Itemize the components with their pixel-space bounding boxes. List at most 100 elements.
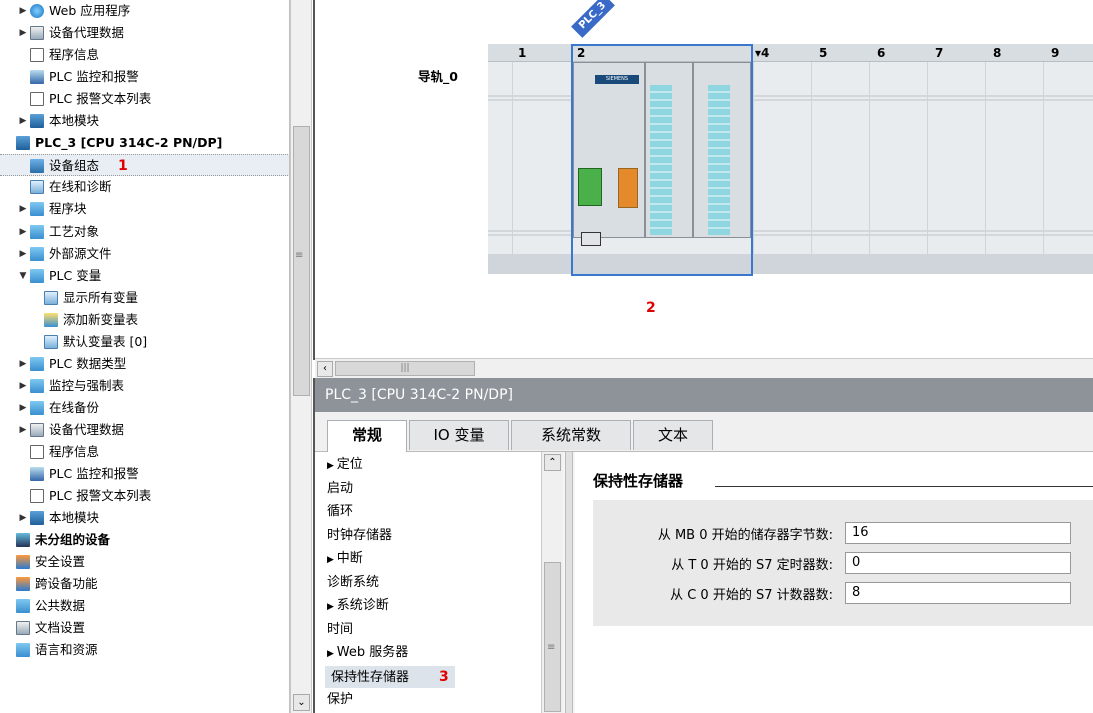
nav-item[interactable]: 启动 bbox=[327, 478, 353, 500]
tree-scrollbar[interactable]: ≡ ⌄ bbox=[290, 0, 312, 713]
cpu-selection-frame[interactable] bbox=[571, 44, 753, 276]
expand-icon[interactable]: ▶ bbox=[327, 649, 337, 659]
folder-icon bbox=[30, 268, 44, 283]
expand-icon[interactable]: ▶ bbox=[327, 602, 337, 612]
tree-item[interactable]: PLC 报警文本列表 bbox=[0, 485, 289, 507]
expand-icon[interactable]: ▶ bbox=[18, 397, 28, 419]
doc2-icon bbox=[30, 422, 44, 437]
tree-item[interactable]: ▶ 本地模块 bbox=[0, 110, 289, 132]
tree-item[interactable]: 添加新变量表 bbox=[0, 309, 289, 331]
tree-item[interactable]: ▶ 程序块 bbox=[0, 198, 289, 220]
nav-item[interactable]: ▶ 定位 bbox=[327, 454, 363, 476]
monitor-icon bbox=[30, 467, 44, 482]
expand-icon[interactable]: ▶ bbox=[18, 353, 28, 375]
nav-item[interactable]: 时间 bbox=[327, 619, 353, 641]
field-input[interactable]: 8 bbox=[845, 582, 1071, 604]
tree-item[interactable]: 程序信息 bbox=[0, 441, 289, 463]
tree-item-label: 设备组态 bbox=[49, 158, 100, 174]
device-h-scrollbar[interactable]: ‹ ||| bbox=[315, 358, 1093, 378]
expand-icon[interactable]: ▶ bbox=[18, 243, 28, 265]
dev-icon bbox=[30, 114, 44, 129]
nav-item[interactable]: ▶ Web 服务器 bbox=[327, 642, 408, 664]
expand-icon[interactable]: ▶ bbox=[18, 0, 28, 22]
tree-item[interactable]: ▶ 外部源文件 bbox=[0, 243, 289, 265]
tree-scroll-thumb[interactable] bbox=[293, 126, 310, 396]
folder-icon bbox=[30, 378, 44, 393]
tree-item[interactable]: 跨设备功能 bbox=[0, 573, 289, 595]
nav-item[interactable]: ▶ 系统诊断 bbox=[327, 595, 389, 617]
nav-scrollbar[interactable]: ⌃ ≡ bbox=[541, 452, 563, 713]
nav-item[interactable]: 保持性存储器 3 bbox=[325, 665, 455, 688]
section-title: 保持性存储器 bbox=[593, 472, 684, 490]
nav-scroll-thumb[interactable] bbox=[544, 562, 561, 712]
tree-item[interactable]: ▶ Web 应用程序 bbox=[0, 0, 289, 22]
dev-icon bbox=[16, 136, 30, 151]
nav-item[interactable]: ▶ 中断 bbox=[327, 548, 363, 570]
tab-2[interactable]: 系统常数 bbox=[511, 420, 631, 450]
expand-icon[interactable]: ▶ bbox=[18, 198, 28, 220]
tree-item[interactable]: ▼ PLC 变量 bbox=[0, 265, 289, 287]
folder-icon bbox=[16, 643, 30, 658]
tree-item[interactable]: PLC 监控和报警 bbox=[0, 463, 289, 485]
nav-item-label: 保持性存储器 bbox=[331, 669, 410, 685]
tree-item[interactable]: 在线和诊断 bbox=[0, 176, 289, 198]
tree-item[interactable]: ▶ 监控与强制表 bbox=[0, 375, 289, 397]
ungroup-icon bbox=[16, 533, 30, 548]
tree-item-label: PLC 监控和报警 bbox=[49, 466, 139, 482]
tree-item-label: 添加新变量表 bbox=[63, 311, 139, 327]
nav-item[interactable]: 诊断系统 bbox=[327, 572, 379, 594]
expand-icon[interactable]: ▶ bbox=[18, 419, 28, 441]
tree-item[interactable]: PLC_3 [CPU 314C-2 PN/DP] bbox=[0, 132, 289, 154]
tab-0[interactable]: 常规 bbox=[327, 420, 407, 453]
tree-item[interactable]: 默认变量表 [0] bbox=[0, 331, 289, 353]
expand-icon[interactable]: ▶ bbox=[18, 110, 28, 132]
expand-icon[interactable]: ▶ bbox=[18, 375, 28, 397]
scroll-up-icon[interactable]: ⌃ bbox=[544, 454, 561, 471]
h-scroll-thumb[interactable]: ||| bbox=[335, 361, 475, 376]
expand-icon[interactable]: ▶ bbox=[327, 461, 337, 471]
scroll-left-icon[interactable]: ‹ bbox=[317, 361, 333, 377]
folder-icon bbox=[16, 599, 30, 614]
scroll-down-icon[interactable]: ⌄ bbox=[293, 694, 310, 711]
expand-icon[interactable]: ▶ bbox=[18, 22, 28, 44]
nav-item[interactable]: 循环 bbox=[327, 501, 353, 523]
tree-item-label: PLC_3 [CPU 314C-2 PN/DP] bbox=[35, 135, 223, 151]
tree-item[interactable]: PLC 监控和报警 bbox=[0, 66, 289, 88]
panel-splitter[interactable] bbox=[565, 452, 573, 713]
tree-item[interactable]: 设备组态 1 bbox=[0, 154, 289, 177]
expand-icon[interactable]: ▶ bbox=[327, 555, 337, 565]
globe-icon bbox=[30, 4, 44, 18]
nav-item-label: 时间 bbox=[327, 621, 354, 637]
tree-item[interactable]: 文档设置 bbox=[0, 617, 289, 639]
tree-item[interactable]: ▶ 设备代理数据 bbox=[0, 419, 289, 441]
tree-item-label: PLC 变量 bbox=[49, 267, 102, 283]
tree-item[interactable]: 公共数据 bbox=[0, 595, 289, 617]
tree-item[interactable]: 语言和资源 bbox=[0, 639, 289, 661]
retentive-fields: 从 MB 0 开始的储存器字节数: 16 从 T 0 开始的 S7 定时器数: 0 从 … bbox=[593, 500, 1093, 626]
tab-3[interactable]: 文本 bbox=[633, 420, 713, 450]
nav-item[interactable]: 时钟存储器 bbox=[327, 525, 392, 547]
tree-item[interactable]: 程序信息 bbox=[0, 44, 289, 66]
expand-icon[interactable]: ▶ bbox=[18, 221, 28, 243]
field-input[interactable]: 0 bbox=[845, 552, 1071, 574]
marker-3: 3 bbox=[439, 668, 449, 685]
tree-item[interactable]: ▶ 工艺对象 bbox=[0, 221, 289, 243]
inspector-panel: PLC_3 [CPU 314C-2 PN/DP] 常规 IO 变量 系统常数 文本 ▶… bbox=[313, 378, 1093, 713]
tree-item[interactable]: ▶ 在线备份 bbox=[0, 397, 289, 419]
collapse-icon[interactable]: ▼ bbox=[18, 265, 28, 287]
nav-item[interactable]: 保护 bbox=[327, 689, 353, 711]
field-input[interactable]: 16 bbox=[845, 522, 1071, 544]
project-tree: ▶ Web 应用程序 ▶ 设备代理数据 程序信息 PLC 监控和报警 PLC 报警文本列表 ▶… bbox=[0, 0, 290, 713]
device-view[interactable]: PLC_3 导轨_0 1 2 ▾4 5 6 7 8 9 SIEMENS 2 bbox=[313, 0, 1093, 360]
tab-1[interactable]: IO 变量 bbox=[409, 420, 509, 450]
expand-icon[interactable]: ▶ bbox=[18, 507, 28, 529]
tree-item-label: 程序块 bbox=[49, 201, 87, 217]
tree-item[interactable]: ▶ 本地模块 bbox=[0, 507, 289, 529]
tree-item[interactable]: 未分组的设备 bbox=[0, 529, 289, 551]
tree-item[interactable]: PLC 报警文本列表 bbox=[0, 88, 289, 110]
tree-item[interactable]: ▶ PLC 数据类型 bbox=[0, 353, 289, 375]
rail-label: 导轨_0 bbox=[418, 69, 458, 84]
tree-item[interactable]: 安全设置 bbox=[0, 551, 289, 573]
tree-item[interactable]: ▶ 设备代理数据 bbox=[0, 22, 289, 44]
tree-item[interactable]: 显示所有变量 bbox=[0, 287, 289, 309]
